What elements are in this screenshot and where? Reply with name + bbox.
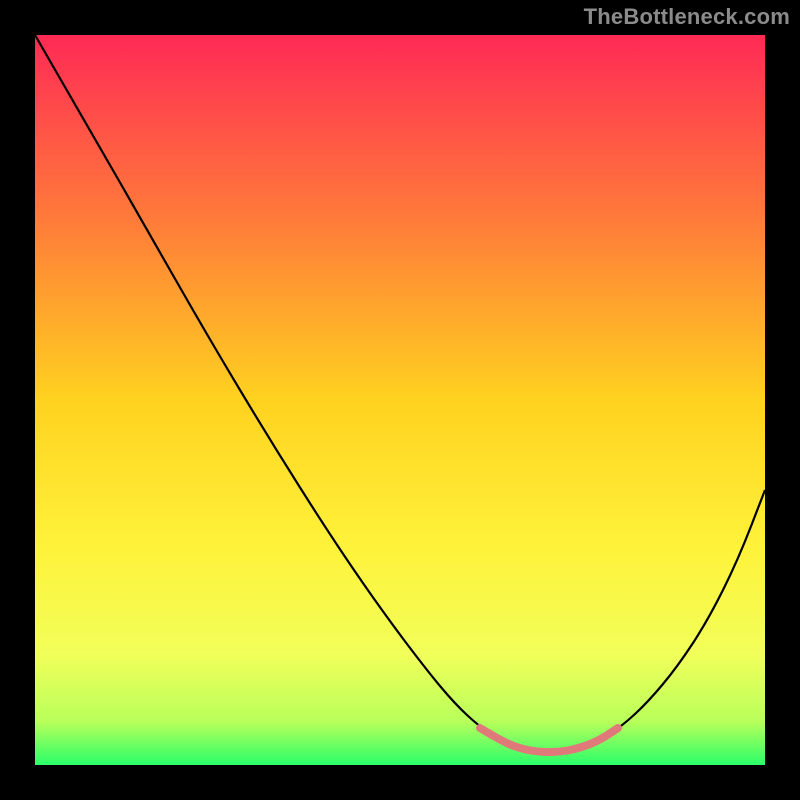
bottleneck-chart <box>0 0 800 800</box>
chart-container: { "attribution": "TheBottleneck.com", "c… <box>0 0 800 800</box>
gradient-background <box>35 35 765 765</box>
attribution-label: TheBottleneck.com <box>584 4 790 30</box>
